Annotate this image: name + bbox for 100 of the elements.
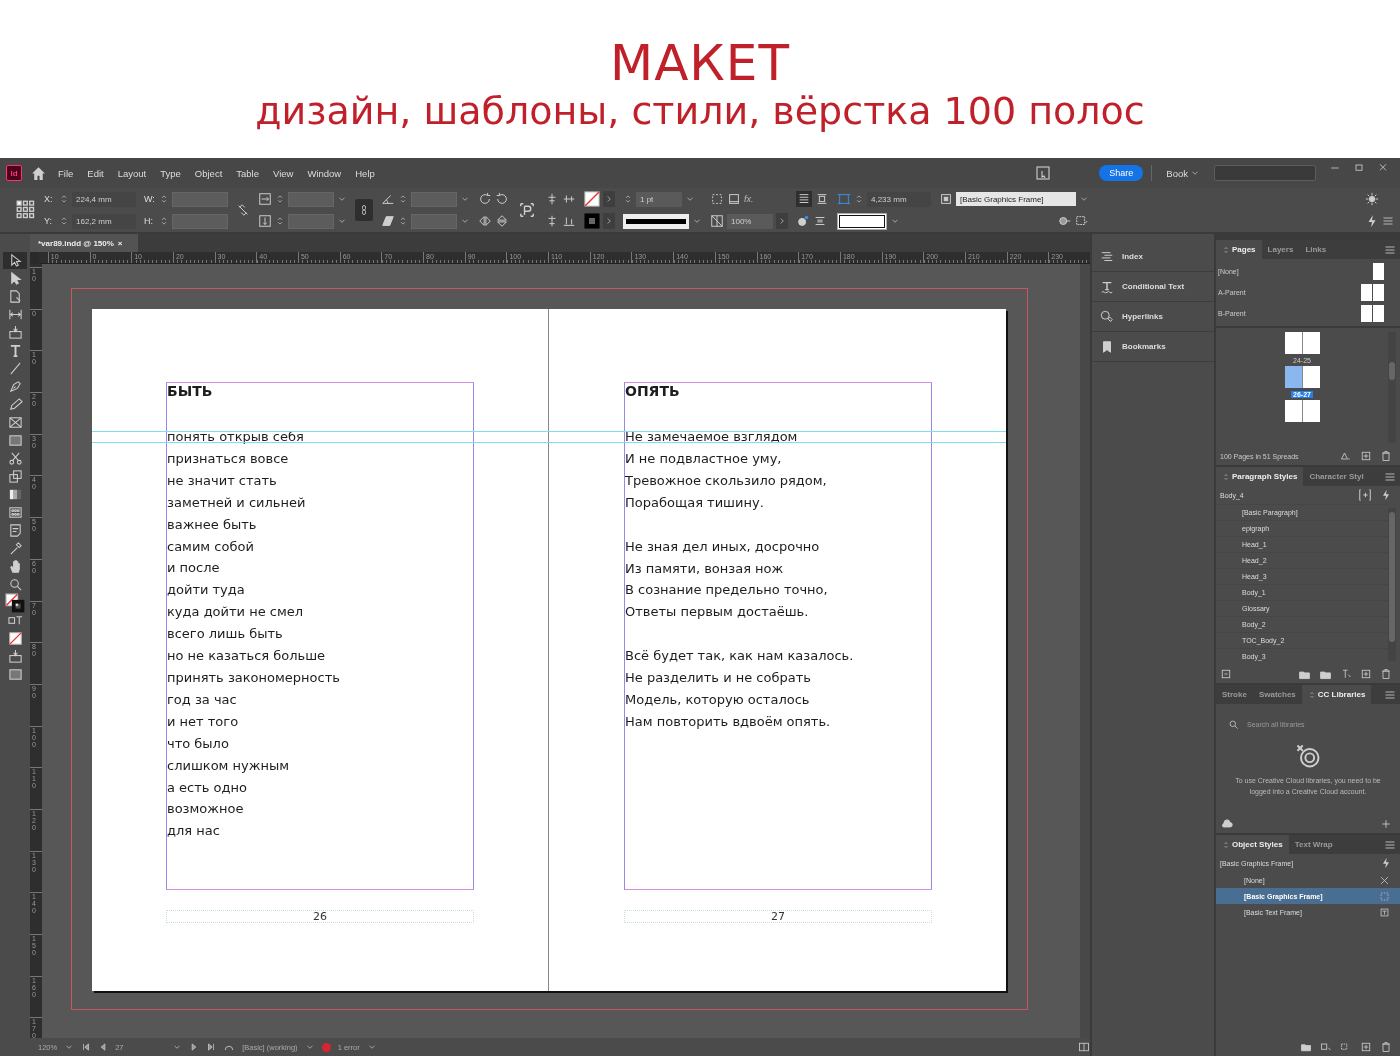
scissors-icon[interactable] (7, 451, 23, 466)
wrap-around-icon[interactable] (815, 192, 829, 206)
delete-icon[interactable] (1380, 668, 1392, 680)
delete-icon[interactable] (1380, 1041, 1392, 1053)
panel-tab[interactable]: Swatches (1252, 685, 1302, 704)
panel-menu-icon[interactable] (1384, 243, 1396, 256)
search-field[interactable] (1214, 165, 1316, 181)
panel-button[interactable]: Conditional Text (1092, 272, 1214, 302)
fill-swatch-icon[interactable] (584, 213, 600, 229)
panel-tab[interactable]: Pages (1216, 240, 1262, 259)
rotate-counterclockwise-icon[interactable] (495, 192, 509, 206)
panel-tab[interactable]: CC Libraries (1301, 685, 1372, 704)
create-style-icon[interactable] (1358, 488, 1372, 502)
menu-item[interactable]: Type (157, 167, 184, 179)
document-tab[interactable]: *var89.indd @ 150% × (30, 234, 138, 252)
reference-point-icon[interactable] (16, 200, 36, 220)
shear-field[interactable] (411, 213, 457, 229)
new-style-icon[interactable] (1360, 1041, 1372, 1053)
scale-y-field[interactable] (288, 213, 334, 229)
tool-button[interactable] (3, 252, 27, 269)
hand-icon[interactable] (7, 559, 23, 574)
plus-icon[interactable] (1380, 818, 1392, 830)
menu-item[interactable]: Edit (84, 167, 107, 179)
rotation-field[interactable] (411, 191, 457, 207)
panel-tab[interactable]: Character Styl (1303, 467, 1370, 486)
menu-item[interactable]: File (55, 167, 77, 179)
frame-fill-icon[interactable] (727, 192, 741, 206)
flip-vertical-icon[interactable] (495, 214, 509, 228)
object-style-dropdown[interactable]: [Basic Graphics Frame] (956, 192, 1076, 206)
menu-item[interactable]: Table (233, 167, 262, 179)
content-collector-icon[interactable] (7, 325, 23, 340)
opacity-icon[interactable] (710, 214, 724, 228)
previous-page-icon[interactable] (98, 1042, 109, 1052)
menu-item[interactable]: Window (304, 167, 345, 179)
zoom-icon[interactable] (7, 577, 23, 592)
scrollbar[interactable] (1388, 508, 1396, 661)
pencil-icon[interactable] (7, 397, 23, 412)
panel-tab[interactable]: Layers (1261, 240, 1300, 259)
panel-button[interactable]: Bookmarks (1092, 332, 1214, 362)
auto-fit-icon[interactable] (837, 192, 851, 206)
share-button[interactable]: Share (1099, 165, 1144, 181)
x-position-field[interactable]: 224,4 mm (72, 191, 136, 207)
rotation-angle-icon[interactable] (381, 192, 395, 206)
delete-icon[interactable] (1380, 450, 1392, 462)
menu-item[interactable]: Layout (114, 167, 150, 179)
pen-icon[interactable] (7, 379, 23, 394)
panel-tab[interactable]: Object Styles (1216, 835, 1289, 854)
app-logo[interactable]: Id (6, 165, 22, 181)
frame-p-icon[interactable] (517, 200, 537, 220)
panel-menu-icon[interactable] (1384, 688, 1396, 701)
scale-x-icon[interactable] (258, 192, 272, 206)
stroke-weight-field[interactable]: 1 pt (636, 191, 682, 207)
shear-icon[interactable] (381, 214, 395, 228)
spacing-field[interactable]: 4,233 mm (867, 191, 931, 207)
frame-options-icon[interactable] (1075, 214, 1089, 228)
rectangle-icon[interactable] (7, 433, 23, 448)
folder-icon[interactable] (1300, 1041, 1312, 1053)
panel-menu-icon[interactable] (1384, 470, 1396, 483)
page-tool-icon[interactable] (7, 289, 23, 304)
spread-item[interactable] (1284, 400, 1320, 422)
panel-tab[interactable]: Stroke (1216, 685, 1253, 704)
gradient-feather-icon[interactable] (7, 505, 23, 520)
settings-icon[interactable] (1365, 192, 1379, 206)
new-style-icon[interactable] (1360, 668, 1372, 680)
menu-item[interactable]: Object (191, 167, 226, 179)
constrain-link-button[interactable] (355, 199, 373, 221)
rotate-clockwise-icon[interactable] (478, 192, 492, 206)
object-style-icon[interactable] (939, 192, 953, 206)
menu-item[interactable]: Help (352, 167, 378, 179)
panel-tab[interactable]: Links (1299, 240, 1333, 259)
scale-x-field[interactable] (288, 191, 334, 207)
new-page-icon[interactable] (1360, 450, 1372, 462)
workspace-dropdown[interactable]: Book (1160, 166, 1206, 180)
height-field[interactable] (172, 213, 228, 229)
gradient-swatch-icon[interactable] (7, 487, 23, 502)
panel-button[interactable]: Index (1092, 242, 1214, 272)
split-view-icon[interactable] (1078, 1041, 1090, 1053)
scale-y-icon[interactable] (258, 214, 272, 228)
content-collector-icon[interactable] (7, 649, 23, 664)
none-swatch-icon[interactable] (7, 631, 23, 646)
fit-frame-icon[interactable] (710, 192, 724, 206)
stroke-color-selector[interactable] (837, 212, 887, 230)
opacity-field[interactable]: 100% (727, 213, 773, 229)
flip-horizontal-icon[interactable] (478, 214, 492, 228)
text-frame[interactable] (166, 382, 474, 890)
menu-item[interactable]: View (270, 167, 297, 179)
column-layout-icon[interactable] (813, 214, 827, 228)
cloud-sync-icon[interactable] (1220, 818, 1234, 830)
panel-tab[interactable]: Paragraph Styles (1216, 467, 1304, 486)
first-page-icon[interactable] (81, 1042, 92, 1052)
home-icon[interactable] (30, 164, 47, 182)
free-transform-icon[interactable] (7, 469, 23, 484)
text-wrap-icon[interactable] (797, 192, 811, 206)
last-page-icon[interactable] (206, 1042, 217, 1052)
line-tool-icon[interactable] (7, 361, 23, 376)
width-field[interactable] (172, 191, 228, 207)
rectangle-frame-icon[interactable] (7, 415, 23, 430)
panel-menu-icon[interactable] (1384, 838, 1396, 851)
panel-tab[interactable]: Text Wrap (1288, 835, 1339, 854)
y-position-field[interactable]: 162,2 mm (72, 213, 136, 229)
